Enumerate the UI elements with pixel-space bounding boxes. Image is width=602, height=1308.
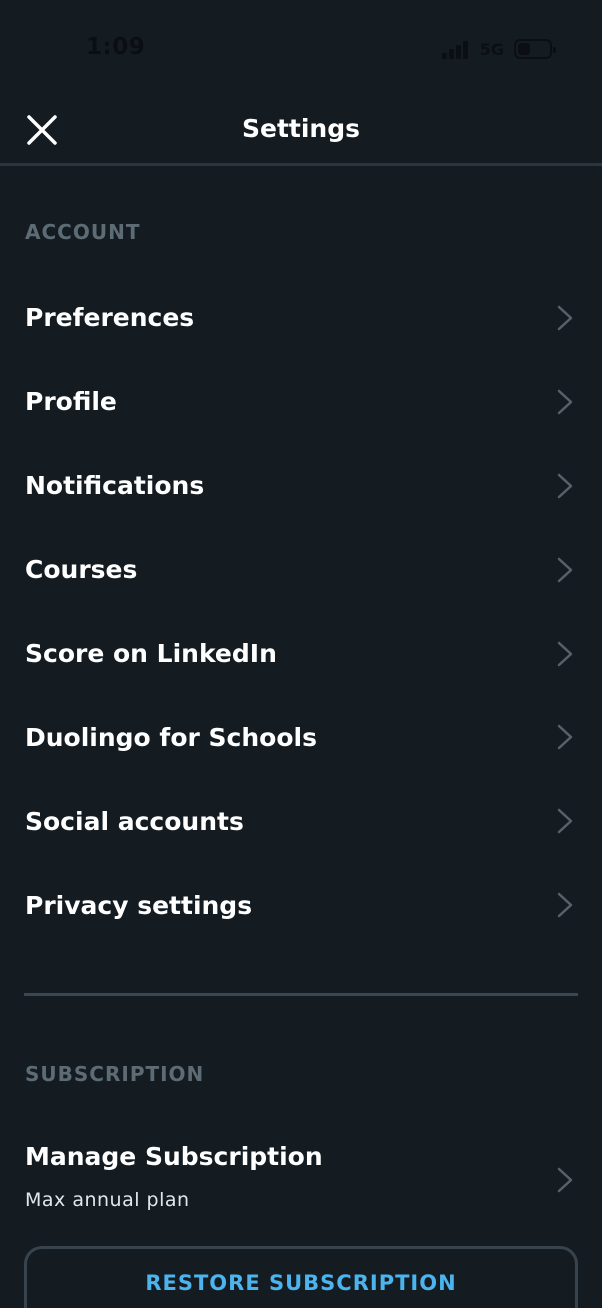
settings-item-privacy-settings[interactable]: Privacy settings xyxy=(0,863,602,947)
settings-item-label: Notifications xyxy=(25,471,205,501)
settings-item-label: Courses xyxy=(25,555,138,585)
account-settings-list: Preferences Profile Notifications Course… xyxy=(0,276,602,947)
battery-icon xyxy=(514,39,556,59)
chevron-right-icon xyxy=(557,892,573,918)
settings-item-courses[interactable]: Courses xyxy=(0,528,602,612)
chevron-right-icon xyxy=(557,473,573,498)
chevron-right-icon xyxy=(557,641,573,666)
settings-item-score-on-linkedin[interactable]: Score on LinkedIn xyxy=(0,612,602,696)
settings-item-label: Score on LinkedIn xyxy=(25,639,277,668)
chevron-right-icon xyxy=(557,1167,573,1193)
header: Settings xyxy=(0,96,602,166)
settings-item-label: Profile xyxy=(25,387,117,417)
settings-item-label: Duolingo for Schools xyxy=(25,722,317,752)
settings-screen: 1:09 5G Settings ACCOUNT Preferences Pro… xyxy=(0,0,602,1308)
page-title: Settings xyxy=(241,114,360,143)
settings-item-preferences[interactable]: Preferences xyxy=(0,276,602,360)
restore-subscription-label: RESTORE SUBSCRIPTION xyxy=(145,1271,457,1295)
status-time: 1:09 xyxy=(86,34,146,60)
network-type: 5G xyxy=(479,39,504,59)
settings-item-social-accounts[interactable]: Social accounts xyxy=(0,779,602,863)
settings-item-label: Social accounts xyxy=(25,806,244,836)
settings-item-profile[interactable]: Profile xyxy=(0,360,602,444)
signal-icon xyxy=(441,39,470,59)
settings-item-label: Preferences xyxy=(25,303,195,333)
chevron-right-icon xyxy=(557,389,573,415)
settings-item-notifications[interactable]: Notifications xyxy=(0,444,602,528)
account-section-label: ACCOUNT xyxy=(25,220,141,244)
manage-subscription-item[interactable]: Manage Subscription Max annual plan xyxy=(0,1132,602,1228)
chevron-right-icon xyxy=(557,725,573,750)
battery-level xyxy=(518,43,530,55)
status-indicators: 5G xyxy=(441,37,556,61)
subscription-plan: Max annual plan xyxy=(25,1189,190,1211)
subscription-section-label: SUBSCRIPTION xyxy=(25,1062,205,1086)
section-divider xyxy=(24,993,578,996)
chevron-right-icon xyxy=(557,809,573,834)
restore-subscription-button[interactable]: RESTORE SUBSCRIPTION xyxy=(24,1246,578,1308)
settings-item-duolingo-for-schools[interactable]: Duolingo for Schools xyxy=(0,695,602,779)
manage-subscription-label: Manage Subscription xyxy=(25,1142,323,1171)
chevron-right-icon xyxy=(557,557,573,582)
settings-item-label: Privacy settings xyxy=(25,890,253,920)
chevron-right-icon xyxy=(557,305,573,331)
status-bar: 1:09 5G xyxy=(0,0,602,96)
